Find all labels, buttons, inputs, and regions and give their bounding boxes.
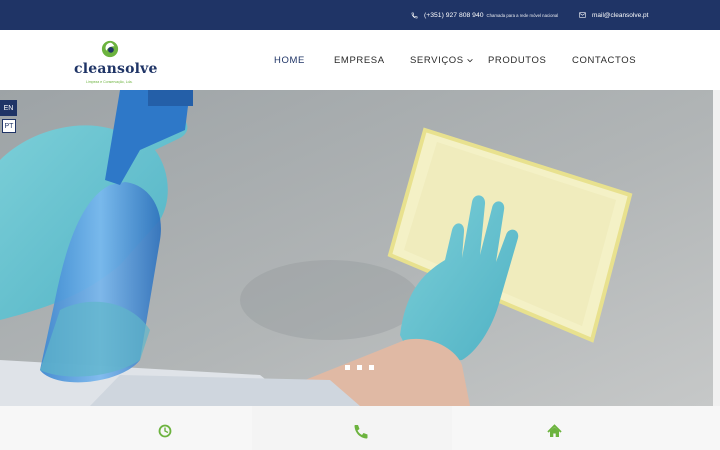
info-address (452, 406, 652, 450)
language-label: PT (4, 122, 14, 130)
phone-icon (354, 425, 368, 439)
slider-dot-1[interactable] (345, 365, 350, 370)
info-hours (58, 406, 258, 450)
chevron-down-icon (467, 58, 473, 62)
phone-note: Chamada para a rede móvel nacional (486, 12, 559, 18)
logo-tagline: Limpeza e Conservação, Lda. (86, 80, 133, 84)
home-icon (547, 424, 562, 437)
language-pt-button[interactable]: PT (2, 119, 16, 133)
logo-leaf-icon (101, 40, 119, 58)
nav-item-empresa[interactable]: EMPRESA (334, 30, 385, 90)
nav-label: EMPRESA (334, 54, 385, 66)
logo[interactable]: cleansolve Limpeza e Conservação, Lda. (70, 36, 157, 86)
hero-image (0, 90, 713, 406)
info-phone (252, 406, 452, 450)
nav-label: HOME (274, 54, 305, 66)
scrollbar-edge (713, 90, 720, 406)
clock-icon (158, 424, 172, 438)
nav-item-home[interactable]: HOME (274, 30, 305, 90)
hero-slider[interactable] (0, 90, 713, 406)
slider-pagination (345, 365, 381, 370)
site-header: cleansolve Limpeza e Conservação, Lda. H… (0, 30, 720, 90)
slider-dot-3[interactable] (369, 365, 374, 370)
info-strip (0, 406, 720, 450)
language-label: EN (3, 104, 14, 112)
nav-item-servicos[interactable]: SERVIÇOS (410, 30, 473, 90)
phone-contact[interactable]: (+351) 927 808 940 Chamada para a rede m… (411, 0, 558, 30)
language-en-button[interactable]: EN (0, 100, 17, 116)
top-contact-bar: (+351) 927 808 940 Chamada para a rede m… (0, 0, 720, 30)
email-address[interactable]: mail@cleansolve.pt (592, 12, 648, 19)
nav-item-contactos[interactable]: CONTACTOS (572, 30, 636, 90)
logo-wordmark: cleansolve (74, 61, 158, 77)
email-contact[interactable]: mail@cleansolve.pt (579, 0, 648, 30)
nav-label: CONTACTOS (572, 54, 637, 66)
slider-dot-2[interactable] (357, 365, 362, 370)
phone-icon (411, 12, 418, 18)
envelope-icon (579, 12, 586, 18)
nav-item-produtos[interactable]: PRODUTOS (488, 30, 546, 90)
nav-label: PRODUTOS (488, 54, 547, 66)
phone-number[interactable]: (+351) 927 808 940 (424, 12, 484, 19)
nav-label: SERVIÇOS (410, 54, 464, 66)
